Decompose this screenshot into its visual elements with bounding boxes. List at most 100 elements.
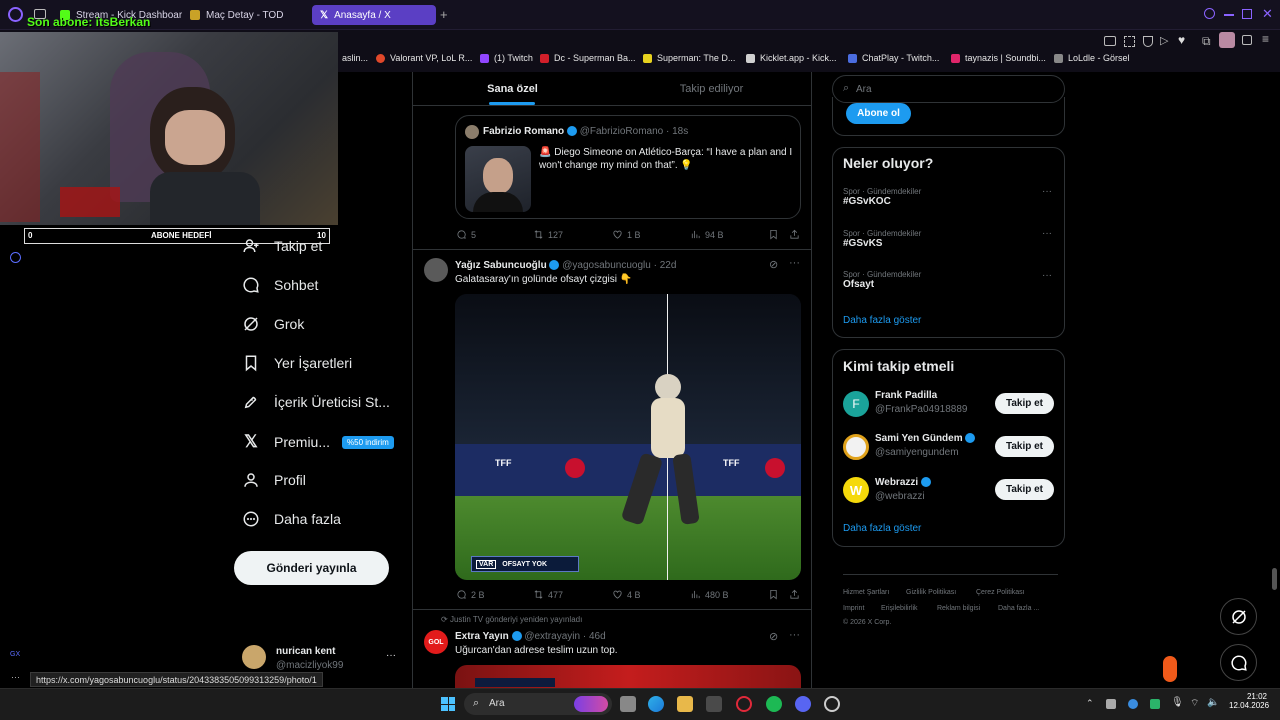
microphone-icon[interactable]: 🎙 — [1171, 697, 1184, 708]
bookmark-action[interactable] — [768, 229, 779, 240]
task-view-icon[interactable] — [620, 696, 636, 712]
extensions-icon[interactable]: ⧉ — [1202, 34, 1211, 49]
nav-grok[interactable]: Grok — [242, 315, 304, 333]
reply-action[interactable]: 5 — [456, 229, 476, 240]
share-action[interactable] — [789, 589, 800, 600]
wifi-icon[interactable]: ⌔ — [1190, 697, 1199, 710]
volume-icon[interactable]: 🔈 — [1207, 697, 1219, 708]
trend-item[interactable]: Spor · Gündemdekiler #GSvKOC — [843, 187, 921, 207]
author-avatar[interactable]: GOL — [424, 630, 448, 654]
views-action[interactable]: 94 B — [690, 229, 724, 240]
new-tab-button[interactable]: + — [440, 7, 448, 22]
footer-accessibility-link[interactable]: Erişilebilirlik — [881, 605, 918, 612]
account-avatar[interactable] — [242, 645, 266, 669]
like-action[interactable]: 4 B — [612, 589, 641, 600]
suggestion-avatar[interactable] — [843, 434, 869, 460]
maximize-icon[interactable] — [1242, 9, 1252, 19]
minimize-icon[interactable] — [1224, 14, 1234, 16]
opera-gx-logo-icon[interactable] — [8, 7, 23, 22]
tray-app-icon[interactable] — [1106, 699, 1116, 709]
follow-button[interactable]: Takip et — [995, 479, 1054, 500]
bookmark-item[interactable]: ChatPlay - Twitch... — [848, 53, 939, 63]
nav-more[interactable]: Daha fazla — [242, 510, 341, 528]
heart-icon[interactable]: ♥ — [1178, 33, 1185, 47]
subscribe-button[interactable]: Abone ol — [846, 103, 911, 124]
suggestion-name[interactable]: Sami Yen Gündem — [875, 433, 963, 444]
trend-more-icon[interactable]: ··· — [1042, 186, 1052, 197]
spotify-icon[interactable] — [766, 696, 782, 712]
footer-privacy-link[interactable]: Gizlilik Politikası — [906, 589, 956, 596]
bookmark-item[interactable]: Valorant VP, LoL R... — [376, 53, 472, 63]
share-action[interactable] — [789, 229, 800, 240]
follow-button[interactable]: Takip et — [995, 436, 1054, 457]
tab-mac-detay[interactable]: Maç Detay - TOD — [182, 5, 310, 25]
trend-item[interactable]: Spor · Gündemdekiler #GSvKS — [843, 229, 921, 249]
obs-icon[interactable] — [824, 696, 840, 712]
search-icon[interactable] — [1204, 8, 1215, 19]
close-icon[interactable]: ✕ — [1262, 6, 1273, 22]
taskbar-search[interactable]: ⌕ Ara — [464, 693, 612, 715]
more-options-icon[interactable]: ··· — [789, 629, 800, 641]
repost-action[interactable]: 477 — [533, 589, 563, 600]
trend-item[interactable]: Spor · Gündemdekiler Ofsayt — [843, 270, 921, 290]
reply-action[interactable]: 2 B — [456, 589, 485, 600]
trends-show-more-link[interactable]: Daha fazla göster — [843, 315, 921, 326]
download-icon[interactable] — [1242, 35, 1252, 45]
footer-cookie-link[interactable]: Çerez Politikası — [976, 589, 1025, 596]
tweet-media-image[interactable]: TFF TFF VAR OFSAYT YOK — [455, 294, 801, 580]
footer-terms-link[interactable]: Hizmet Şartları — [843, 589, 889, 596]
repost-context[interactable]: ⟳ Justin TV gönderiyi yeniden yayınladı — [441, 615, 582, 624]
grok-floating-button[interactable] — [1220, 598, 1257, 635]
repost-action[interactable]: 127 — [533, 229, 563, 240]
scrollbar-thumb[interactable] — [1272, 568, 1277, 590]
author-avatar[interactable] — [424, 258, 448, 282]
bookmark-item[interactable]: Kicklet.app - Kick... — [746, 53, 837, 63]
author-handle[interactable]: @yagosabuncuoglu — [562, 260, 651, 271]
grok-explain-icon[interactable]: ⊘ — [769, 258, 778, 271]
tweet-media-image[interactable] — [455, 665, 801, 688]
account-menu-icon[interactable]: ··· — [386, 650, 396, 661]
post-button[interactable]: Gönderi yayınla — [234, 551, 389, 585]
suggestion-avatar[interactable]: W — [843, 477, 869, 503]
edge-icon[interactable] — [648, 696, 664, 712]
grok-explain-icon[interactable]: ⊘ — [769, 630, 778, 643]
file-explorer-icon[interactable] — [677, 696, 693, 712]
author-name[interactable]: Extra Yayın — [455, 631, 509, 642]
discord-icon[interactable] — [795, 696, 811, 712]
footer-more-link[interactable]: Daha fazla ... — [998, 605, 1039, 612]
snapshot-icon[interactable] — [1124, 36, 1135, 47]
suggestion-avatar[interactable]: F — [843, 391, 869, 417]
bookmark-item[interactable]: LoLdle - Görsel — [1054, 53, 1130, 63]
who-show-more-link[interactable]: Daha fazla göster — [843, 523, 921, 534]
shield-icon[interactable] — [1143, 36, 1153, 47]
start-icon[interactable] — [441, 697, 455, 711]
quoted-thumbnail[interactable] — [465, 146, 531, 212]
nav-creator-studio[interactable]: İçerik Üreticisi St... — [242, 393, 390, 411]
nav-profile[interactable]: Profil — [242, 471, 306, 489]
nav-chat[interactable]: Sohbet — [242, 276, 318, 294]
nav-bookmarks[interactable]: Yer İşaretleri — [242, 354, 352, 372]
nav-follow[interactable]: Takip et — [242, 237, 322, 255]
quoted-tweet[interactable]: Fabrizio Romano @FabrizioRomano · 18s 🚨 … — [455, 115, 801, 219]
views-action[interactable]: 480 B — [690, 589, 729, 600]
tab-x-home[interactable]: 𝕏 Anasayfa / X — [312, 5, 436, 25]
play-icon[interactable]: ▷ — [1160, 34, 1168, 47]
suggestion-name[interactable]: Frank Padilla — [875, 390, 937, 401]
tab-for-you[interactable]: Sana özel — [413, 72, 612, 106]
trend-more-icon[interactable]: ··· — [1042, 270, 1052, 281]
bookmark-item[interactable]: Superman: The D... — [643, 53, 735, 63]
trend-more-icon[interactable]: ··· — [1042, 228, 1052, 239]
tweet-time[interactable]: 46d — [589, 631, 606, 642]
footer-imprint-link[interactable]: Imprint — [843, 605, 864, 612]
store-icon[interactable] — [706, 696, 722, 712]
gx-icon[interactable]: GX — [10, 651, 20, 658]
bluetooth-icon[interactable] — [1128, 699, 1138, 709]
bookmark-item[interactable]: taynazis | Soundbi... — [951, 53, 1046, 63]
author-handle[interactable]: @extrayayin — [524, 631, 580, 642]
bookmark-action[interactable] — [768, 589, 779, 600]
tray-app-icon[interactable] — [1150, 699, 1160, 709]
tray-chevron-icon[interactable]: ⌃ — [1086, 698, 1094, 709]
menu-icon[interactable]: ≡ — [1262, 32, 1269, 46]
author-name[interactable]: Yağız Sabuncuoğlu — [455, 260, 547, 271]
nav-premium[interactable]: 𝕏 Premiu... %50 indirim — [242, 432, 394, 452]
